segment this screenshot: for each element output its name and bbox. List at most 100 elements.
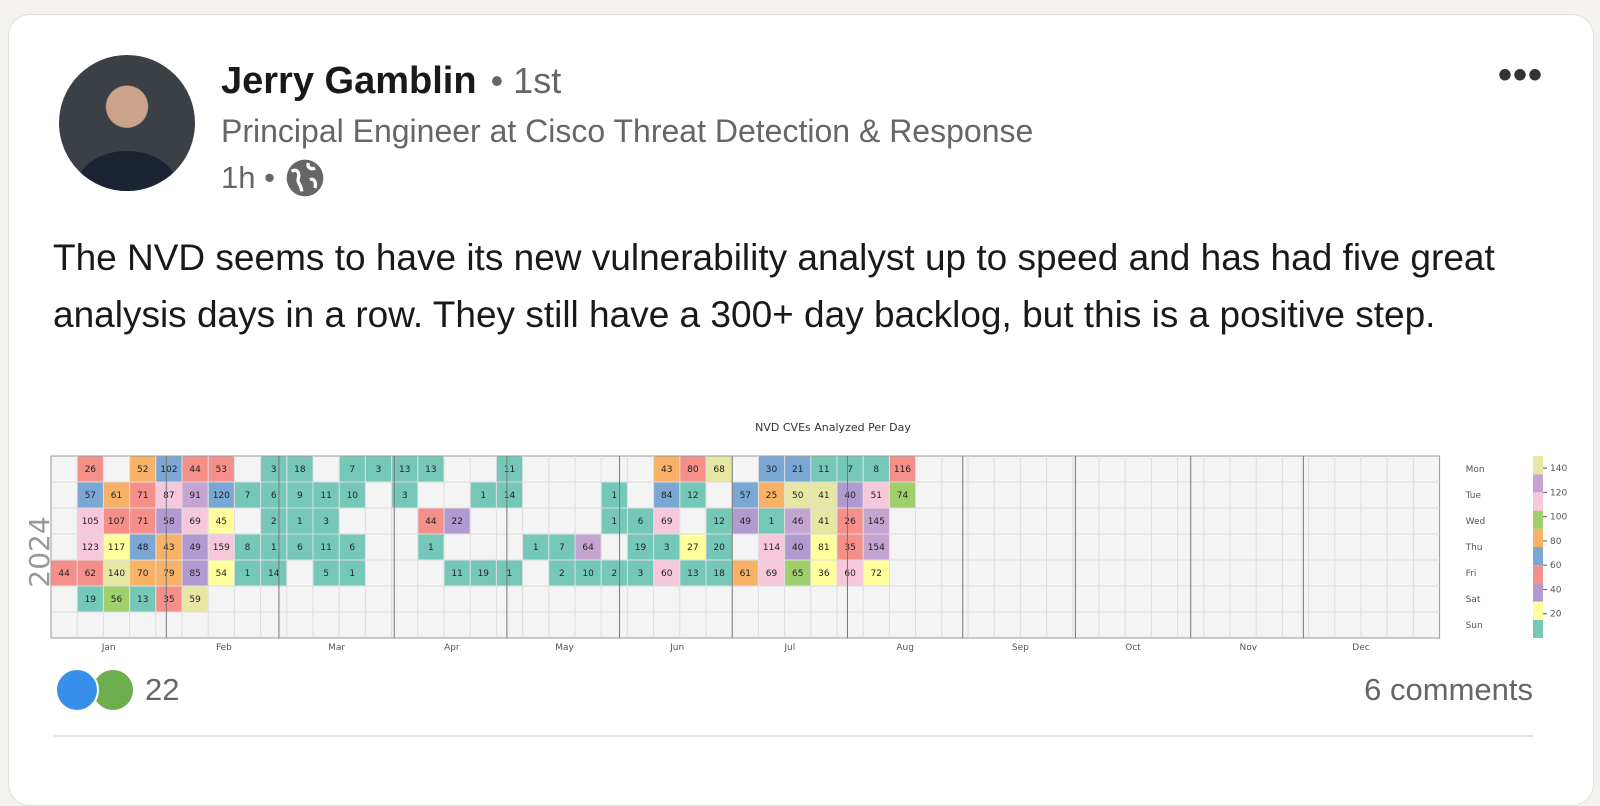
cell-value: 52 — [137, 465, 148, 475]
cell-value: 74 — [897, 491, 909, 501]
month-tick-label: Dec — [1352, 643, 1369, 653]
cell-value: 20 — [713, 543, 725, 553]
month-tick-label: Jul — [783, 643, 795, 653]
cell-value: 43 — [661, 465, 672, 475]
cell-value: 102 — [160, 465, 177, 475]
cell-value: 48 — [137, 543, 149, 553]
cell-value: 36 — [818, 569, 830, 579]
cell-value: 12 — [687, 491, 698, 501]
day-tick-label: Sat — [1466, 595, 1481, 605]
colorbar-tick-label: 20 — [1550, 610, 1562, 620]
cell-value: 11 — [504, 465, 515, 475]
cell-value: 3 — [376, 465, 382, 475]
day-tick-label: Sun — [1466, 621, 1483, 631]
post-body-text: The NVD seems to have its new vulnerabil… — [53, 237, 1495, 335]
cell-value: 62 — [85, 569, 96, 579]
cell-value: 3 — [402, 491, 408, 501]
colorbar-segment — [1533, 547, 1543, 566]
day-tick-label: Wed — [1466, 517, 1486, 527]
cell-value: 25 — [766, 491, 777, 501]
cell-value: 3 — [638, 569, 644, 579]
cell-value: 6 — [638, 517, 644, 527]
cell-value: 11 — [320, 491, 331, 501]
cell-value: 44 — [58, 569, 70, 579]
cell-value: 1 — [611, 491, 617, 501]
author-avatar[interactable] — [59, 55, 195, 191]
reactions-summary[interactable]: 22 — [55, 668, 179, 712]
month-tick-label: Sep — [1012, 643, 1029, 653]
author-name-row: Jerry Gamblin • 1st — [221, 60, 561, 103]
day-tick-label: Mon — [1466, 465, 1485, 475]
cell-value: 46 — [792, 517, 804, 527]
month-tick-label: Feb — [216, 643, 232, 653]
cell-value: 2 — [271, 517, 277, 527]
cell-value: 43 — [163, 543, 174, 553]
month-tick-label: Aug — [896, 643, 914, 653]
cell-value: 69 — [189, 517, 201, 527]
cell-value: 1 — [769, 517, 775, 527]
cell-value: 107 — [108, 517, 125, 527]
month-tick-label: Mar — [328, 643, 345, 653]
month-tick-label: Jan — [101, 643, 116, 653]
cell-value: 87 — [163, 491, 174, 501]
post-time: 1h • — [221, 160, 275, 195]
cell-value: 56 — [111, 595, 123, 605]
cell-value: 5 — [323, 569, 329, 579]
cell-value: 3 — [323, 517, 329, 527]
cell-value: 26 — [85, 465, 97, 475]
cell-value: 68 — [713, 465, 725, 475]
cell-value: 7 — [559, 543, 565, 553]
colorbar-tick-label: 120 — [1550, 488, 1567, 498]
cell-value: 13 — [399, 465, 410, 475]
cell-value: 1 — [297, 517, 303, 527]
cell-value: 35 — [844, 543, 855, 553]
cell-value: 84 — [661, 491, 673, 501]
cell-value: 35 — [163, 595, 174, 605]
cell-value: 44 — [425, 517, 437, 527]
cell-value: 81 — [818, 543, 829, 553]
cell-value: 44 — [189, 465, 201, 475]
month-tick-label: Oct — [1125, 643, 1141, 653]
cell-value: 12 — [713, 517, 724, 527]
cell-value: 19 — [85, 595, 97, 605]
colorbar-tick-label: 80 — [1550, 537, 1562, 547]
cell-value: 57 — [85, 491, 96, 501]
cell-value: 50 — [792, 491, 804, 501]
day-tick-label: Thu — [1465, 543, 1483, 553]
cell-value: 117 — [108, 543, 125, 553]
cell-value: 59 — [189, 595, 201, 605]
comments-count-link[interactable]: 6 comments — [1364, 672, 1533, 708]
cell-value: 41 — [818, 491, 829, 501]
cell-value: 60 — [844, 569, 856, 579]
cell-value: 114 — [763, 543, 780, 553]
cell-value: 9 — [297, 491, 303, 501]
cell-value: 154 — [868, 543, 885, 553]
more-options-button[interactable]: ••• — [1498, 53, 1543, 98]
post-meta: 1h • — [221, 158, 325, 198]
cell-value: 2 — [559, 569, 565, 579]
cell-value: 13 — [687, 569, 698, 579]
author-name[interactable]: Jerry Gamblin — [221, 60, 477, 103]
like-icon — [55, 668, 99, 712]
cell-value: 69 — [766, 569, 778, 579]
cell-value: 19 — [478, 569, 490, 579]
cell-value: 6 — [297, 543, 303, 553]
cell-value: 11 — [451, 569, 462, 579]
cell-value: 140 — [108, 569, 125, 579]
post-image-chart[interactable]: NVD CVEs Analyzed Per Day 2024 44 26 57 105… — [15, 416, 1591, 656]
colorbar-segment — [1533, 492, 1543, 511]
cell-value: 1 — [428, 543, 434, 553]
colorbar-tick-label: 100 — [1550, 513, 1567, 523]
cell-value: 65 — [792, 569, 803, 579]
cell-value: 159 — [213, 543, 230, 553]
month-tick-label: Nov — [1240, 643, 1258, 653]
cell-value: 1 — [507, 569, 513, 579]
colorbar-segment — [1533, 456, 1543, 475]
cell-value: 8 — [245, 543, 251, 553]
cell-value: 6 — [349, 543, 355, 553]
cell-value: 7 — [847, 465, 853, 475]
cell-value: 6 — [271, 491, 277, 501]
cell-value: 40 — [844, 491, 856, 501]
chart-colorbar: 20 40 60 80 100 120 140 — [1533, 456, 1567, 638]
cell-value: 26 — [844, 517, 856, 527]
